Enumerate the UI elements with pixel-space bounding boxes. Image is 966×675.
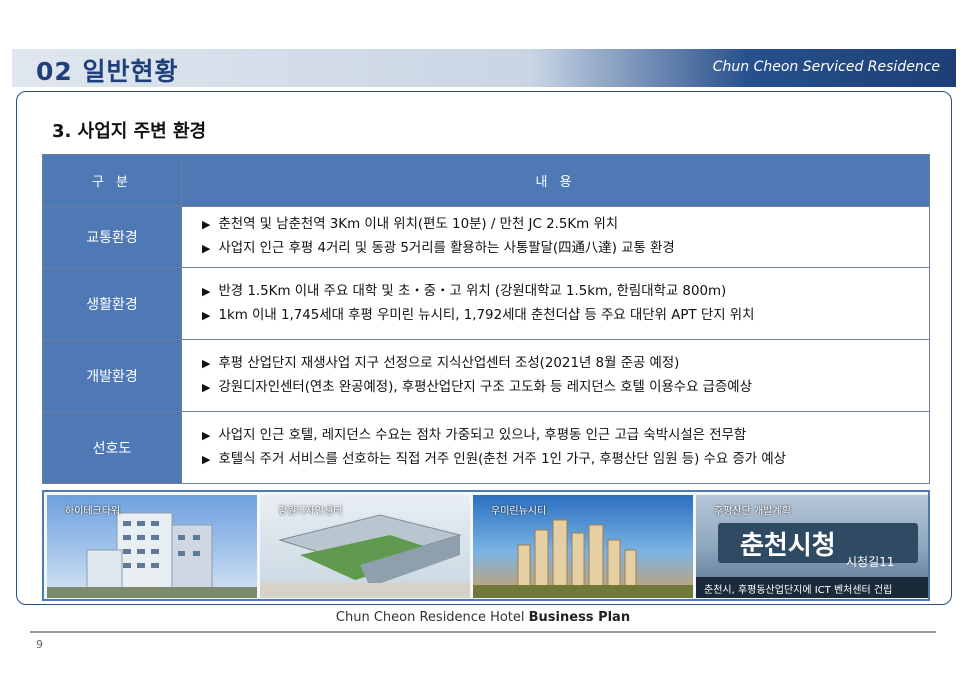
- table-row: 선호도 ▶ 사업지 인근 호텔, 레지던스 수요는 점차 가중되고 있으나, 후평…: [42, 411, 930, 484]
- row-category: 개발환경: [42, 339, 182, 412]
- section-title: 3. 사업지 주변 환경: [52, 121, 207, 142]
- content-line: ▶ 사업지 인근 후평 4거리 및 동광 5거리를 활용하는 사통팔달(四通八達)…: [202, 241, 675, 256]
- table-row: 생활환경 ▶ 반경 1.5Km 이내 주요 대학 및 초・중・고 위치 (강원대학…: [42, 267, 930, 340]
- sign-subtext: 시청길11: [846, 555, 895, 569]
- content-line: ▶ 춘천역 및 남춘천역 3Km 이내 위치(편도 10분) / 만천 JC 2.…: [202, 217, 619, 232]
- row-content: ▶ 춘천역 및 남춘천역 3Km 이내 위치(편도 10분) / 만천 JC 2.…: [181, 206, 930, 268]
- photo-label: 하이테크타워: [65, 506, 121, 517]
- photo-label: 우미린뉴시티: [491, 506, 547, 517]
- bullet-icon: ▶: [202, 284, 211, 298]
- bullet-icon: ▶: [202, 428, 211, 442]
- content-line: ▶ 반경 1.5Km 이내 주요 대학 및 초・중・고 위치 (강원대학교 1.5…: [202, 283, 727, 299]
- sign-text: 춘천시청: [740, 531, 836, 561]
- header-content: 내 용: [181, 154, 930, 207]
- photo-label: 강원디자인센터: [278, 506, 343, 517]
- footer-divider: [30, 631, 936, 633]
- bullet-icon: ▶: [202, 380, 211, 394]
- table-row: 개발환경 ▶ 후평 산업단지 재생사업 지구 선정으로 지식산업센터 조성(202…: [42, 339, 930, 412]
- content-line: ▶ 1km 이내 1,745세대 후평 우미린 뉴시티, 1,792세대 춘천더샵…: [202, 307, 755, 323]
- row-content: ▶ 후평 산업단지 재생사업 지구 선정으로 지식산업센터 조성(2021년 8월…: [181, 339, 930, 412]
- content-line: ▶ 사업지 인근 호텔, 레지던스 수요는 점차 가중되고 있으나, 후평동 인근…: [202, 427, 747, 443]
- page-header-bar: 02 일반현황 Chun Cheon Serviced Residence: [12, 49, 956, 87]
- bullet-icon: ▶: [202, 242, 211, 255]
- table-header-row: 구 분 내 용: [42, 154, 930, 207]
- content-line: ▶ 호텔식 주거 서비스를 선호하는 직접 거주 인원(춘천 거주 1인 가구, …: [202, 451, 786, 467]
- photo-hitech-tower: 하이테크타워: [47, 495, 257, 598]
- photo-strip: 하이테크타워 강원디자인센터 우미린뉴시티 춘천시청 시청길11 춘천시, 후평…: [42, 490, 930, 601]
- content-line: ▶ 강원디자인센터(연초 완공예정), 후평산업단지 구조 고도화 등 레지던스 …: [202, 379, 752, 395]
- header-category: 구 분: [42, 154, 182, 207]
- bullet-icon: ▶: [202, 356, 211, 370]
- table-row: 교통환경 ▶ 춘천역 및 남춘천역 3Km 이내 위치(편도 10분) / 만천 …: [42, 206, 930, 268]
- row-category: 생활환경: [42, 267, 182, 340]
- environment-table: 구 분 내 용 교통환경 ▶ 춘천역 및 남춘천역 3Km 이내 위치(편도 10…: [42, 154, 930, 484]
- header-subtitle: Chun Cheon Serviced Residence: [712, 59, 940, 75]
- row-content: ▶ 사업지 인근 호텔, 레지던스 수요는 점차 가중되고 있으나, 후평동 인근…: [181, 411, 930, 484]
- page-number: 9: [36, 638, 43, 651]
- photo-label: 후평산단 개발계획: [714, 506, 791, 517]
- photo-umirin-newcity: 우미린뉴시티: [473, 495, 693, 598]
- photo-design-center: 강원디자인센터: [260, 495, 470, 598]
- bullet-icon: ▶: [202, 452, 211, 466]
- row-content: ▶ 반경 1.5Km 이내 주요 대학 및 초・중・고 위치 (강원대학교 1.5…: [181, 267, 930, 340]
- photo-hupyeong-plan: 춘천시청 시청길11 춘천시, 후평동산업단지에 ICT 벤처센터 건립 후평산…: [696, 495, 928, 598]
- page-title: 02 일반현황: [36, 57, 179, 86]
- news-caption: 춘천시, 후평동산업단지에 ICT 벤처센터 건립: [704, 585, 893, 596]
- bullet-icon: ▶: [202, 308, 211, 322]
- row-category: 선호도: [42, 411, 182, 484]
- bullet-icon: ▶: [202, 218, 211, 231]
- footer-text: Chun Cheon Residence Hotel Business Plan: [335, 610, 631, 625]
- row-category: 교통환경: [42, 206, 182, 268]
- content-line: ▶ 후평 산업단지 재생사업 지구 선정으로 지식산업센터 조성(2021년 8월…: [202, 355, 680, 371]
